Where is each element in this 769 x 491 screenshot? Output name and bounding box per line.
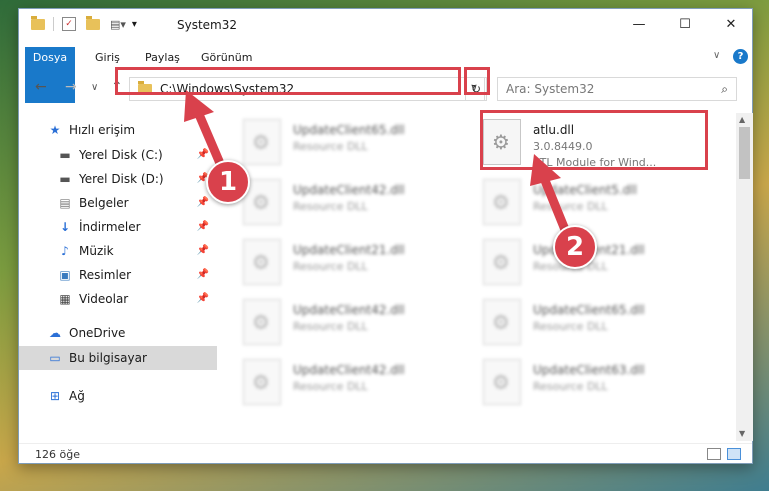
arrow-step-2 xyxy=(530,154,575,247)
step-1-badge: 1 xyxy=(206,160,250,204)
step-2-badge: 2 xyxy=(553,225,597,269)
